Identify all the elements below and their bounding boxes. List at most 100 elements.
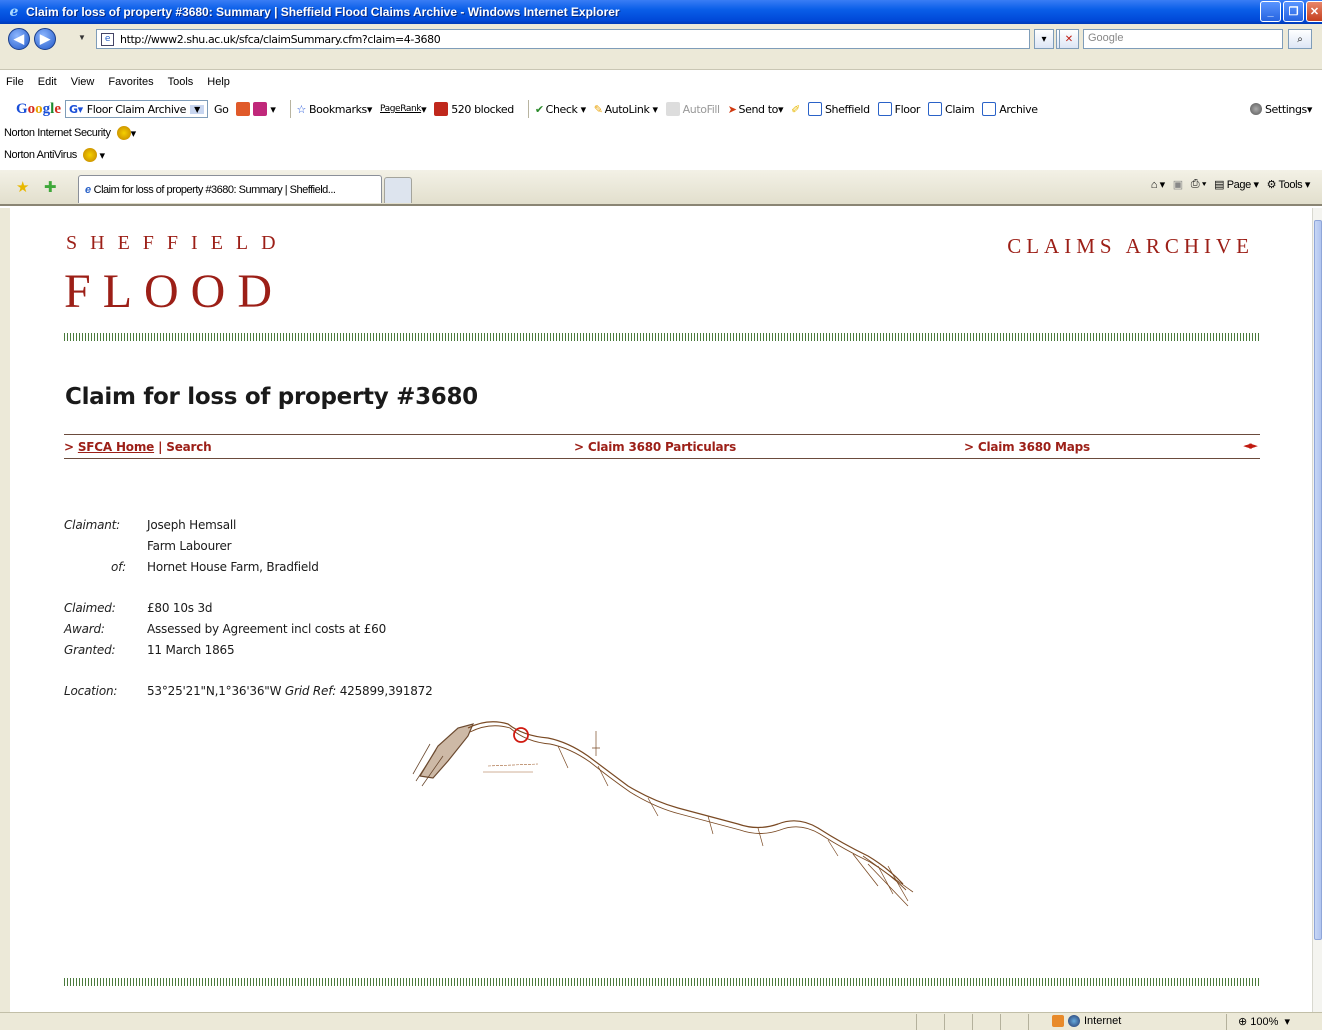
location-value: 53°25'21"N,1°36'36"W Grid Ref: 425899,39…: [147, 684, 433, 698]
menu-edit[interactable]: Edit: [36, 75, 59, 93]
claim-particulars-link[interactable]: > Claim 3680 Particulars: [574, 440, 736, 454]
tab-title: Claim for loss of property #3680: Summar…: [93, 183, 336, 196]
command-bar: ⌂ ▾ ▣ ⎙ ▾ ▤ Page ▾ ⚙ Tools ▾: [1151, 178, 1311, 191]
autolink-button[interactable]: ✎ AutoLink ▾: [594, 103, 658, 116]
menu-file[interactable]: File: [4, 75, 26, 93]
menu-tools[interactable]: Tools: [166, 75, 196, 93]
norton-security-toolbar[interactable]: Norton Internet Security ▾: [4, 126, 136, 140]
google-search-value: Floor Claim Archive: [86, 102, 187, 116]
security-zone[interactable]: Internet: [1052, 1015, 1121, 1027]
site-logo-flood: FLOOD: [64, 265, 285, 318]
go-button[interactable]: Go: [214, 103, 229, 116]
norton-antivirus-toolbar[interactable]: Norton AntiVirus ▾: [4, 148, 105, 162]
of-label: of:: [110, 560, 126, 574]
tools-menu-label: Tools: [1278, 179, 1303, 191]
news-icon: [236, 102, 251, 116]
claim-maps-link[interactable]: > Claim 3680 Maps: [964, 440, 1090, 454]
status-divider: [1226, 1014, 1227, 1030]
tab-active[interactable]: e Claim for loss of property #3680: Summ…: [78, 175, 382, 203]
reservoir-shape: [419, 723, 475, 779]
scrollbar-thumb[interactable]: [1314, 220, 1322, 940]
send-to-icon: ➤: [727, 102, 737, 116]
search-term-archive[interactable]: Archive: [982, 102, 1038, 116]
internet-explorer-icon: e: [85, 183, 91, 196]
menu-favorites[interactable]: Favorites: [106, 75, 155, 93]
back-button[interactable]: ◀: [8, 28, 30, 50]
new-tab-button[interactable]: [384, 177, 412, 203]
search-term-floor[interactable]: Floor: [877, 102, 920, 116]
search-term-icon: [982, 102, 997, 116]
menu-help[interactable]: Help: [205, 75, 232, 93]
granted-label: Granted:: [64, 643, 116, 657]
left-frame: [0, 208, 10, 1012]
location-coordinates: 53°25'21"N,1°36'36"W: [147, 684, 282, 698]
star-icon: ☆: [296, 102, 307, 116]
highlight-button[interactable]: ✐: [791, 103, 800, 116]
search-icon[interactable]: ⌕: [1288, 29, 1312, 49]
term-label: Sheffield: [824, 102, 870, 116]
flood-path-map[interactable]: [408, 716, 918, 912]
spell-check-button[interactable]: ✔ Check ▾: [535, 103, 586, 116]
spell-check-icon: ✔: [534, 102, 544, 116]
nav-prefix: >: [64, 440, 74, 454]
zoom-control[interactable]: ⊕ 100% ▾: [1238, 1015, 1290, 1028]
tab-bar: ★ ✚ e Claim for loss of property #3680: …: [0, 170, 1322, 206]
send-to-button[interactable]: ➤ Send to ▾: [727, 102, 784, 116]
autofill-button[interactable]: AutoFill: [665, 102, 720, 116]
menu-view[interactable]: View: [69, 75, 97, 93]
search-input[interactable]: Google: [1083, 29, 1283, 49]
maximize-button[interactable]: ❐: [1283, 1, 1304, 22]
autolink-icon: ✎: [593, 102, 603, 116]
settings-label: Settings: [1264, 102, 1307, 116]
search-term-icon: [877, 102, 892, 116]
window-title: Claim for loss of property #3680: Summar…: [26, 5, 620, 19]
norton-security-label: Norton Internet Security: [4, 127, 111, 139]
address-dropdown-button[interactable]: ▾: [1034, 29, 1054, 49]
page-menu-label: Page: [1226, 179, 1251, 191]
print-icon[interactable]: ⎙ ▾: [1191, 178, 1207, 191]
site-logo-claims-archive: CLAIMS ARCHIVE: [1007, 234, 1254, 258]
search-term-sheffield[interactable]: Sheffield: [807, 102, 870, 116]
prev-next-arrows-icon[interactable]: ◄►: [1243, 439, 1258, 452]
history-dropdown-icon[interactable]: ▼: [78, 33, 86, 42]
popup-blocker-button[interactable]: 520 blocked: [434, 102, 514, 116]
popup-blocker-icon: [434, 102, 449, 116]
search-term-icon: [928, 102, 943, 116]
address-toolbar: ◀ ▶ ▼ e http://www2.shu.ac.uk/sfca/claim…: [0, 24, 1322, 70]
status-bar: Internet ⊕ 100% ▾: [0, 1012, 1322, 1030]
page-menu[interactable]: ▤ Page ▾: [1214, 178, 1259, 191]
page-icon: e: [101, 32, 114, 46]
stop-icon[interactable]: ✕: [1059, 29, 1079, 49]
minimize-button[interactable]: _: [1260, 1, 1281, 22]
pagerank-button[interactable]: PageRank ▾: [380, 103, 427, 116]
google-extras-icons[interactable]: ▾: [236, 102, 276, 116]
google-search-field[interactable]: G▾ Floor Claim Archive ▼: [65, 100, 208, 118]
check-label: Check: [545, 102, 578, 116]
norton-security-icon: [116, 126, 131, 140]
home-icon[interactable]: ⌂ ▾: [1151, 178, 1165, 191]
claim-navigation: > SFCA Home | Search > Claim 3680 Partic…: [64, 434, 1260, 459]
tools-menu[interactable]: ⚙ Tools ▾: [1267, 178, 1311, 191]
settings-button[interactable]: Settings ▾: [1249, 102, 1312, 116]
pagerank-label: PageRank: [380, 104, 422, 114]
term-label: Archive: [999, 102, 1038, 116]
add-favorites-icon[interactable]: ✚: [44, 178, 57, 196]
internet-zone-icon: [1068, 1015, 1080, 1027]
chevron-down-icon[interactable]: ▼: [189, 104, 204, 114]
claimed-amount: £80 10s 3d: [147, 601, 213, 615]
address-bar[interactable]: e http://www2.shu.ac.uk/sfca/claimSummar…: [96, 29, 1030, 49]
bookmarks-button[interactable]: ☆ Bookmarks ▾: [296, 102, 373, 116]
close-button[interactable]: ✕: [1306, 1, 1322, 22]
claim-location-marker: [513, 727, 529, 743]
search-term-claim[interactable]: Claim: [928, 102, 975, 116]
google-logo[interactable]: Google: [16, 101, 61, 118]
favorites-star-icon[interactable]: ★: [16, 178, 29, 196]
claimant-name: Joseph Hemsall: [147, 518, 237, 532]
search-link[interactable]: Search: [166, 440, 211, 454]
feeds-icon[interactable]: ▣: [1173, 178, 1183, 191]
forward-button[interactable]: ▶: [34, 28, 56, 50]
sfca-home-link[interactable]: SFCA Home: [78, 440, 154, 454]
bookmarks-label: Bookmarks: [309, 102, 367, 116]
window-title-bar[interactable]: e Claim for loss of property #3680: Summ…: [0, 0, 1322, 24]
vertical-scrollbar[interactable]: [1312, 208, 1322, 1012]
